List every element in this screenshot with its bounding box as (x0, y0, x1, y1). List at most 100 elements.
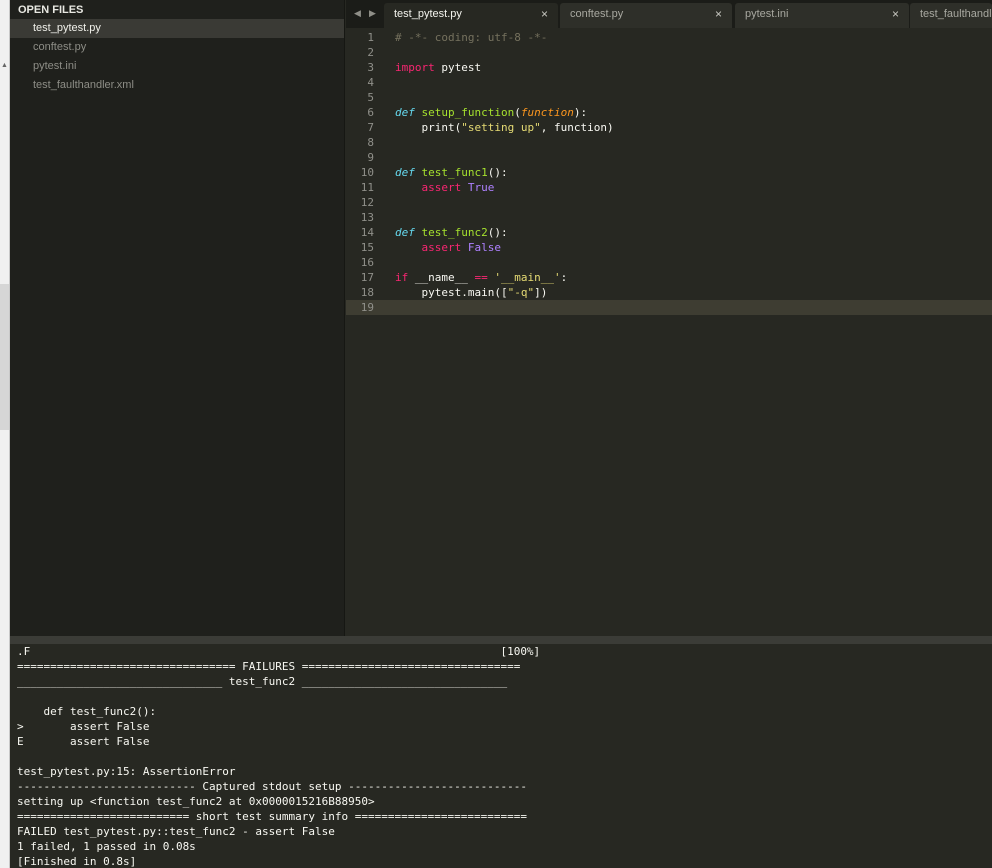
console-line: > assert False (17, 720, 150, 733)
line-number: 9 (367, 151, 374, 164)
code-token: "setting up" (461, 121, 541, 134)
tab-close-icon[interactable]: × (541, 3, 548, 26)
tab-label: test_faulthandler.xml (920, 8, 992, 20)
code-token: (): (487, 226, 508, 239)
line-number: 8 (367, 136, 374, 149)
line-number: 10 (360, 166, 374, 179)
code-token: function (520, 106, 574, 119)
line-number: 15 (360, 241, 374, 254)
code-token: assert (421, 241, 462, 254)
code-line[interactable]: 9 (346, 150, 992, 165)
code-line[interactable]: 17 if __name__ == '__main__': (346, 270, 992, 285)
tab-pytest-ini[interactable]: pytest.ini × (735, 3, 909, 28)
line-number: 14 (360, 226, 374, 239)
sidebar-file-conftest[interactable]: conftest.py (10, 38, 344, 57)
tab-next-icon[interactable]: ▶ (369, 8, 376, 19)
code-token: print( (395, 121, 462, 134)
tab-prev-icon[interactable]: ◀ (354, 8, 361, 19)
line-number: 5 (367, 91, 374, 104)
code-token: __name__ (408, 271, 475, 284)
code-editor[interactable]: 1 # -*- coding: utf-8 -*- 2 3 import pytest 4… (346, 28, 992, 636)
code-line[interactable]: 6 def setup_function(function): (346, 105, 992, 120)
line-number: 4 (367, 76, 374, 89)
code-line[interactable]: 15 assert False (346, 240, 992, 255)
tab-label: test_pytest.py (394, 8, 462, 20)
code-text: # -*- coding: utf-8 -*- (395, 30, 547, 45)
console-line: def test_func2(): (17, 705, 157, 718)
tab-label: pytest.ini (745, 8, 789, 20)
code-token: == (474, 271, 488, 284)
code-token: # -*- coding: utf-8 -*- (395, 31, 548, 44)
code-line[interactable]: 16 (346, 255, 992, 270)
code-line[interactable]: 19 (346, 300, 992, 315)
console-line: ========================== short test su… (17, 810, 527, 823)
code-line[interactable]: 3 import pytest (346, 60, 992, 75)
line-number: 18 (360, 286, 374, 299)
tab-close-icon[interactable]: × (892, 3, 899, 26)
code-token: True (467, 181, 495, 194)
tab-test-faulthandler[interactable]: test_faulthandler.xml (910, 3, 992, 28)
code-line[interactable]: 1 # -*- coding: utf-8 -*- (346, 30, 992, 45)
tab-conftest[interactable]: conftest.py × (560, 3, 732, 28)
code-line[interactable]: 4 (346, 75, 992, 90)
sidebar-file-test-pytest[interactable]: test_pytest.py (10, 19, 344, 38)
code-token: , function) (540, 121, 614, 134)
console-line: _______________________________ test_fun… (17, 675, 508, 688)
code-token: "-q" (507, 286, 535, 299)
code-token: if (395, 271, 409, 284)
code-token: '__main__' (494, 271, 561, 284)
left-scroll-strip[interactable]: ▲ (0, 0, 10, 868)
code-text: print("setting up", function) (395, 120, 614, 135)
code-text: assert False (395, 240, 502, 255)
tab-test-pytest[interactable]: test_pytest.py × (384, 3, 558, 28)
left-scroll-thumb[interactable] (0, 284, 9, 430)
code-text: def setup_function(function): (395, 105, 587, 120)
console-line: --------------------------- Captured std… (17, 780, 527, 793)
code-line[interactable]: 8 (346, 135, 992, 150)
line-number: 16 (360, 256, 374, 269)
code-token: test_func2 (421, 226, 488, 239)
tab-close-icon[interactable]: × (715, 3, 722, 26)
code-token: assert (421, 181, 462, 194)
tab-bar: ◀ ▶ test_pytest.py × conftest.py × pytes… (346, 0, 992, 28)
console-line: .F [100%] (17, 645, 541, 658)
code-token: pytest.main([ (395, 286, 508, 299)
collapse-arrow-icon[interactable]: ▲ (1, 62, 8, 69)
line-number: 2 (367, 46, 374, 59)
code-line[interactable]: 12 (346, 195, 992, 210)
code-line[interactable]: 18 pytest.main(["-q"]) (346, 285, 992, 300)
code-token: ( (514, 106, 521, 119)
line-number: 11 (360, 181, 374, 194)
output-console[interactable]: .F [100%] ===============================… (10, 644, 992, 868)
sidebar-file-test-faulthandler[interactable]: test_faulthandler.xml (10, 76, 344, 95)
code-line[interactable]: 7 print("setting up", function) (346, 120, 992, 135)
console-line: FAILED test_pytest.py::test_func2 - asse… (17, 825, 335, 838)
sidebar-file-pytest-ini[interactable]: pytest.ini (10, 57, 344, 76)
panel-divider[interactable] (10, 636, 992, 644)
code-line[interactable]: 10 def test_func1(): (346, 165, 992, 180)
code-line[interactable]: 11 assert True (346, 180, 992, 195)
line-number: 6 (367, 106, 374, 119)
tab-label: conftest.py (570, 8, 624, 20)
code-text: def test_func2(): (395, 225, 508, 240)
code-line[interactable]: 2 (346, 45, 992, 60)
code-line[interactable]: 5 (346, 90, 992, 105)
code-line[interactable]: 13 (346, 210, 992, 225)
code-token: : (560, 271, 568, 284)
code-token: ): (573, 106, 588, 119)
code-token: ]) (534, 286, 548, 299)
code-text: if __name__ == '__main__': (395, 270, 567, 285)
console-line: E assert False (17, 735, 150, 748)
line-number: 17 (360, 271, 374, 284)
code-line[interactable]: 14 def test_func2(): (346, 225, 992, 240)
line-number: 19 (360, 301, 374, 314)
console-line: 1 failed, 1 passed in 0.08s (17, 840, 196, 853)
line-number: 1 (367, 31, 374, 44)
code-token: setup_function (421, 106, 515, 119)
